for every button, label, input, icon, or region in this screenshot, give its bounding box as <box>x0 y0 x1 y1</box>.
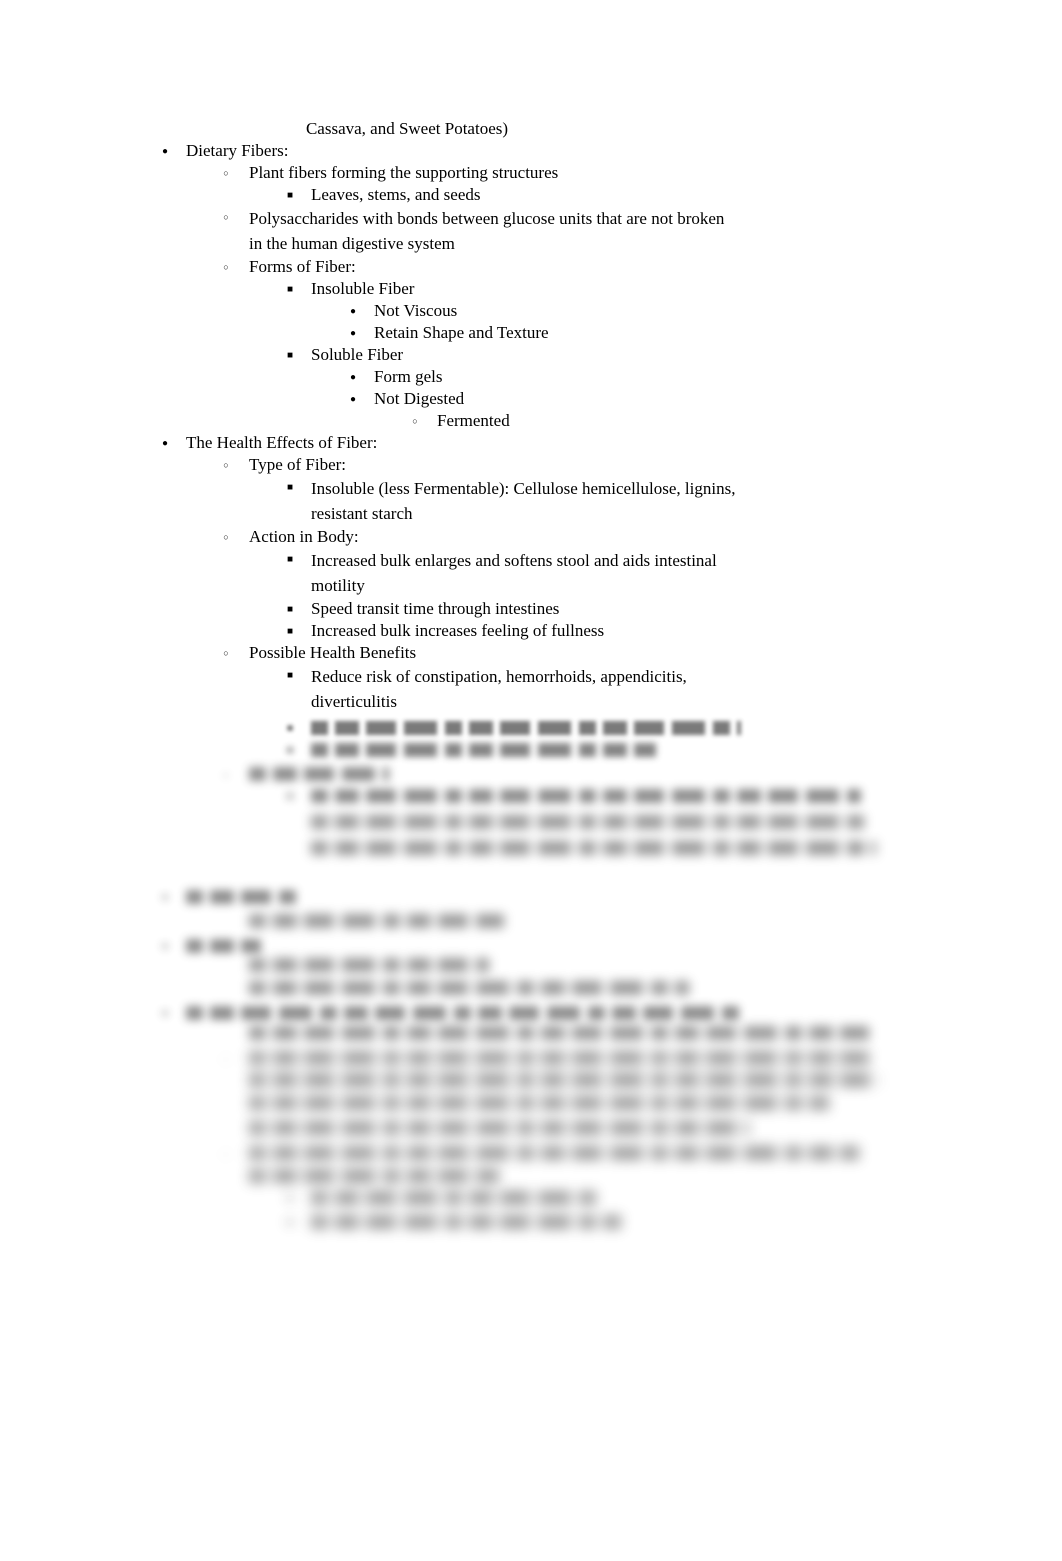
redacted-text-smudge <box>311 721 741 735</box>
bullet-square-icon: ■ <box>286 791 294 802</box>
outline-item-label: Increased bulk increases feeling of full… <box>311 621 605 640</box>
bullet-circle-icon <box>216 454 236 477</box>
redacted-text-smudge <box>249 914 504 928</box>
redacted-text-smudge <box>249 767 389 781</box>
redacted-text-smudge <box>249 1121 749 1135</box>
bullet-square-icon <box>280 548 300 571</box>
outline-list: Dietary Fibers: Plant fibers forming the … <box>0 140 1062 714</box>
redacted-text-smudge <box>249 1096 829 1110</box>
outline-item-label: Dietary Fibers: <box>186 141 289 160</box>
redacted-text-smudge <box>186 1006 746 1020</box>
outline-item: Not Digested <box>0 388 1062 410</box>
outline-item: Form gels <box>0 366 1062 388</box>
outline-item-label: Plant fibers forming the supporting stru… <box>249 163 559 182</box>
outline-item: Dietary Fibers: <box>0 140 1062 162</box>
bullet-circle-icon: ○ <box>223 770 229 780</box>
redacted-text-smudge <box>311 1191 601 1205</box>
outline-item: Leaves, stems, and seeds <box>0 184 1062 206</box>
redacted-text-smudge <box>311 743 656 757</box>
bullet-disc-icon <box>343 300 363 323</box>
redacted-text-smudge <box>249 1146 859 1160</box>
bullet-square-icon: ■ <box>286 745 294 756</box>
outline-item: Increased bulk increases feeling of full… <box>0 620 1062 642</box>
outline-item: The Health Effects of Fiber: <box>0 432 1062 454</box>
bullet-disc-icon: ● <box>161 941 169 952</box>
outline-item: Plant fibers forming the supporting stru… <box>0 162 1062 184</box>
redacted-text-smudge <box>249 1026 869 1040</box>
outline-item-label: Type of Fiber: <box>249 455 347 474</box>
outline-item: Soluble Fiber <box>0 344 1062 366</box>
redacted-text-smudge <box>249 1169 499 1183</box>
bullet-square-icon <box>280 620 300 643</box>
bullet-circle-icon: ○ <box>223 1054 229 1064</box>
outline-item-label: Not Digested <box>374 389 465 408</box>
bullet-square-icon <box>280 476 300 499</box>
outline-item: Insoluble (less Fermentable): Cellulose … <box>0 476 1062 526</box>
outline-item-label: Reduce risk of constipation, hemorrhoids… <box>311 667 687 711</box>
outline-item-label: Insoluble Fiber <box>311 279 415 298</box>
outline-item-label: Insoluble (less Fermentable): Cellulose … <box>311 479 736 523</box>
outline-body: Cassava, and Sweet Potatoes) Dietary Fib… <box>0 118 1062 714</box>
bullet-square-icon <box>280 278 300 301</box>
redacted-text-smudge <box>311 841 876 855</box>
outline-item-label: Speed transit time through intestines <box>311 599 560 618</box>
redacted-text-smudge <box>311 789 861 803</box>
outline-item-label: Forms of Fiber: <box>249 257 356 276</box>
outline-item-label: Form gels <box>374 367 443 386</box>
bullet-disc-icon: ● <box>161 1008 169 1019</box>
bullet-disc-icon <box>343 388 363 411</box>
outline-item-label: Leaves, stems, and seeds <box>311 185 481 204</box>
document-page: Cassava, and Sweet Potatoes) Dietary Fib… <box>0 0 1062 1561</box>
bullet-circle-icon <box>216 256 236 279</box>
redacted-text-smudge <box>311 1215 621 1229</box>
redacted-text-smudge <box>249 958 489 972</box>
bullet-circle-icon <box>216 642 236 665</box>
outline-item: Fermented <box>0 410 1062 432</box>
outline-item: Forms of Fiber: <box>0 256 1062 278</box>
bullet-square-icon: ■ <box>286 1217 294 1228</box>
outline-item-label: Action in Body: <box>249 527 359 546</box>
redacted-text-smudge <box>249 1073 879 1087</box>
outline-item: Reduce risk of constipation, hemorrhoids… <box>0 664 1062 714</box>
bullet-circle-icon <box>405 410 425 433</box>
outline-item-label: Fermented <box>437 411 510 430</box>
bullet-disc-icon: ● <box>161 892 169 903</box>
bullet-square-icon <box>280 344 300 367</box>
header-continuation-line: Cassava, and Sweet Potatoes) <box>305 119 509 138</box>
outline-item-label: Not Viscous <box>374 301 458 320</box>
bullet-square-icon: ■ <box>286 723 294 734</box>
bullet-circle-icon <box>216 162 236 185</box>
outline-item: Polysaccharides with bonds between gluco… <box>0 206 1062 256</box>
bullet-square-icon: ■ <box>286 1193 294 1204</box>
bullet-disc-icon <box>343 366 363 389</box>
bullet-disc-icon <box>343 322 363 345</box>
outline-item: Possible Health Benefits <box>0 642 1062 664</box>
outline-item-label: Possible Health Benefits <box>249 643 417 662</box>
outline-item-label: Polysaccharides with bonds between gluco… <box>249 209 725 253</box>
bullet-square-icon <box>280 664 300 687</box>
bullet-disc-icon <box>155 140 175 163</box>
bullet-square-icon <box>280 184 300 207</box>
bullet-square-icon <box>280 598 300 621</box>
outline-item: Action in Body: <box>0 526 1062 548</box>
outline-item: Not Viscous <box>0 300 1062 322</box>
outline-item: Increased bulk enlarges and softens stoo… <box>0 548 1062 598</box>
bullet-disc-icon <box>155 432 175 455</box>
bullet-circle-icon <box>216 206 236 229</box>
outline-item-label: The Health Effects of Fiber: <box>186 433 378 452</box>
redacted-text-smudge <box>249 1051 869 1065</box>
bullet-circle-icon: ○ <box>223 1149 229 1159</box>
redacted-text-smudge <box>311 815 866 829</box>
outline-item-label: Retain Shape and Texture <box>374 323 549 342</box>
bullet-circle-icon <box>216 526 236 549</box>
outline-item: Insoluble Fiber <box>0 278 1062 300</box>
outline-item: Retain Shape and Texture <box>0 322 1062 344</box>
outline-item: Type of Fiber: <box>0 454 1062 476</box>
outline-item: Speed transit time through intestines <box>0 598 1062 620</box>
redacted-text-smudge <box>186 939 261 953</box>
outline-item-label: Soluble Fiber <box>311 345 404 364</box>
redacted-text-smudge <box>249 981 689 995</box>
redacted-text-smudge <box>186 890 296 904</box>
outline-item-label: Increased bulk enlarges and softens stoo… <box>311 551 717 595</box>
